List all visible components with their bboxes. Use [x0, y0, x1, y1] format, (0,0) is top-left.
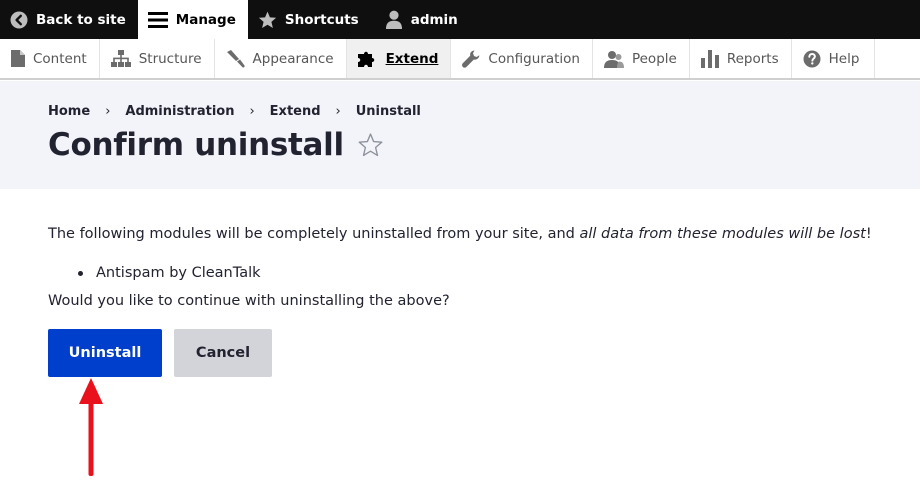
page-title-text: Confirm uninstall [48, 127, 344, 163]
tray-item-label: Configuration [488, 50, 580, 67]
tray-item-appearance[interactable]: Appearance [215, 39, 347, 78]
breadcrumb-administration[interactable]: Administration [125, 104, 234, 119]
breadcrumb-separator: › [249, 104, 255, 119]
back-arrow-icon [10, 11, 28, 28]
tray-item-label: Structure [138, 50, 202, 67]
tray-item-content[interactable]: Content [0, 39, 100, 78]
warning-end: ! [865, 226, 872, 242]
breadcrumb-separator: › [105, 104, 111, 119]
uninstall-warning: The following modules will be completely… [48, 224, 898, 244]
cancel-button[interactable]: Cancel [174, 329, 272, 377]
help-icon [803, 50, 821, 67]
back-to-site-label: Back to site [36, 11, 126, 28]
admin-toolbar: Back to site Manage Shortcuts admin [0, 0, 920, 39]
user-label: admin [410, 11, 458, 28]
breadcrumb: Home › Administration › Extend › Uninsta… [48, 104, 421, 119]
bar-chart-icon [700, 49, 719, 68]
tray-item-structure[interactable]: Structure [100, 39, 215, 78]
warning-emphasis: all data from these modules will be lost [579, 226, 866, 242]
red-arrow-icon [79, 378, 103, 476]
tray-item-people[interactable]: People [593, 39, 690, 78]
main-content: The following modules will be completely… [48, 224, 898, 311]
manage-tab[interactable]: Manage [137, 0, 248, 39]
breadcrumb-home[interactable]: Home [48, 104, 90, 119]
tray-item-extend[interactable]: Extend [346, 39, 452, 78]
tray-item-label: Extend [385, 50, 439, 67]
list-item: Antispam by CleanTalk [78, 263, 898, 283]
confirmation-question: Would you like to continue with uninstal… [48, 293, 450, 309]
module-list: Antispam by CleanTalk [78, 263, 898, 283]
tray-item-label: Help [828, 50, 860, 67]
warning-text: The following modules will be completely… [48, 226, 580, 242]
shortcut-star-icon[interactable] [358, 133, 383, 157]
uninstall-button[interactable]: Uninstall [48, 329, 162, 377]
puzzle-icon [357, 51, 374, 67]
page-title: Confirm uninstall [48, 127, 383, 163]
tray-item-label: People [631, 50, 677, 67]
file-icon [11, 50, 25, 67]
page-header: Home › Administration › Extend › Uninsta… [0, 81, 920, 189]
user-tab[interactable]: admin [371, 0, 470, 39]
admin-menu-tray: Content Structure Appearance Extend Conf… [0, 39, 920, 80]
tray-item-reports[interactable]: Reports [690, 39, 792, 78]
wrench-icon [462, 50, 480, 68]
sitemap-icon [110, 50, 131, 67]
form-actions: Uninstall Cancel [48, 329, 272, 377]
paintbrush-icon [226, 49, 245, 68]
tray-item-configuration[interactable]: Configuration [451, 39, 593, 78]
people-icon [603, 50, 624, 68]
breadcrumb-separator: › [335, 104, 341, 119]
breadcrumb-extend[interactable]: Extend [270, 104, 321, 119]
tray-item-label: Content [33, 50, 87, 67]
user-icon [385, 10, 402, 29]
shortcuts-label: Shortcuts [284, 11, 359, 28]
shortcuts-tab[interactable]: Shortcuts [248, 0, 371, 39]
breadcrumb-uninstall[interactable]: Uninstall [356, 104, 421, 119]
manage-label: Manage [175, 11, 236, 28]
tray-item-label: Appearance [252, 50, 334, 67]
star-filled-icon [258, 11, 276, 28]
tray-item-help[interactable]: Help [792, 39, 875, 78]
tray-item-label: Reports [726, 50, 779, 67]
menu-icon [147, 11, 168, 28]
back-to-site-link[interactable]: Back to site [0, 0, 138, 39]
